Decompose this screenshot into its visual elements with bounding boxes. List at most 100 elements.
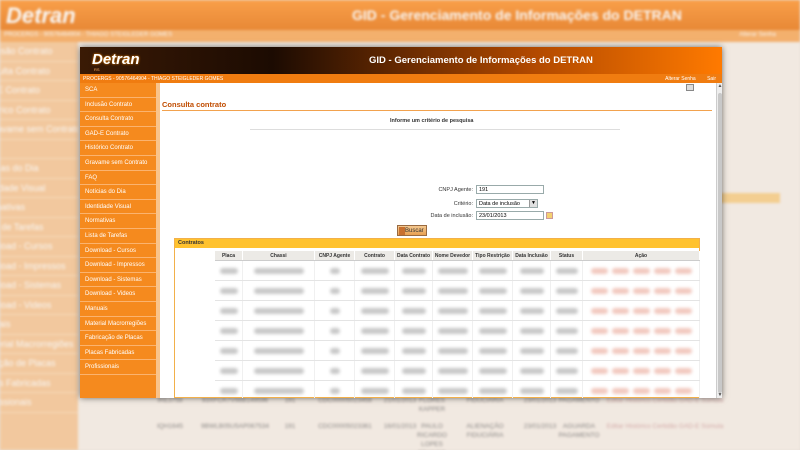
row-action-link[interactable]: [590, 267, 608, 274]
row-action-link[interactable]: [653, 367, 671, 374]
table-cell: [583, 341, 700, 360]
scroll-up-icon[interactable]: ▲: [717, 83, 722, 89]
sidebar-item-consulta-contrato[interactable]: Consulta Contrato: [80, 112, 156, 127]
sidebar-item-manuais[interactable]: Manuais: [80, 302, 156, 317]
row-action-link[interactable]: [590, 287, 608, 294]
row-action-link[interactable]: [611, 387, 629, 394]
row-action-link[interactable]: [674, 327, 692, 334]
redacted-value: [555, 347, 578, 354]
row-action-link[interactable]: [674, 307, 692, 314]
sidebar-item-gravame-sem-contrato[interactable]: Gravame sem Contrato: [80, 156, 156, 171]
bg-sidebar-item: -E Contrato: [0, 81, 78, 101]
sidebar-item-normativas[interactable]: Normativas: [80, 214, 156, 229]
sidebar-item-identidade-visual[interactable]: Identidade Visual: [80, 200, 156, 215]
sidebar-item-inclus-o-contrato[interactable]: Inclusão Contrato: [80, 98, 156, 113]
row-action-link[interactable]: [653, 267, 671, 274]
row-action-link[interactable]: [653, 347, 671, 354]
bg-sidebar-item: essionais: [0, 393, 78, 413]
table-cell: [395, 361, 433, 380]
row-action-link[interactable]: [632, 327, 650, 334]
row-action-link[interactable]: [590, 347, 608, 354]
table-cell: [513, 381, 551, 398]
row-action-link[interactable]: [590, 327, 608, 334]
cnpj-agente-input[interactable]: [476, 185, 544, 194]
sidebar-item-not-cias-do-dia[interactable]: Notícias do Dia: [80, 185, 156, 200]
row-action-link[interactable]: [632, 307, 650, 314]
scroll-thumb[interactable]: [718, 93, 722, 393]
sidebar-item-download-cursos[interactable]: Download - Cursos: [80, 244, 156, 259]
bg-cell-chassi: 9BWLB05U5AP067534: [201, 423, 269, 430]
sidebar-item-lista-de-tarefas[interactable]: Lista de Tarefas: [80, 229, 156, 244]
row-action-link[interactable]: [590, 387, 608, 394]
row-action-link[interactable]: [611, 327, 629, 334]
redacted-value: [437, 367, 468, 374]
sidebar-item-sca[interactable]: SCA: [80, 83, 156, 98]
row-action-link[interactable]: [590, 307, 608, 314]
date-input[interactable]: [476, 211, 544, 220]
criteria-select[interactable]: Data de inclusão ▼: [476, 199, 538, 208]
row-action-link[interactable]: [632, 287, 650, 294]
row-action-link[interactable]: [632, 367, 650, 374]
sidebar-item-material-macrorregi-es[interactable]: Material Macrorregiões: [80, 317, 156, 332]
row-action-link[interactable]: [632, 387, 650, 394]
app-title: GID - Gerenciamento de Informações do DE…: [369, 55, 593, 66]
row-action-link[interactable]: [674, 387, 692, 394]
row-action-link[interactable]: [611, 267, 629, 274]
sidebar-item-download-impressos[interactable]: Download - Impressos: [80, 258, 156, 273]
sidebar-item-placas-fabricadas[interactable]: Placas Fabricadas: [80, 346, 156, 361]
row-action-link[interactable]: [674, 367, 692, 374]
column-header[interactable]: Nome Devedor: [433, 251, 473, 260]
search-button[interactable]: Buscar: [397, 225, 427, 236]
row-action-link[interactable]: [653, 327, 671, 334]
sidebar-item-profissionais[interactable]: Profissionais: [80, 360, 156, 375]
row-action-link[interactable]: [590, 367, 608, 374]
row-action-link[interactable]: [674, 287, 692, 294]
row-action-link[interactable]: [632, 267, 650, 274]
column-header[interactable]: Chassi: [243, 251, 315, 260]
row-action-link[interactable]: [653, 307, 671, 314]
table-cell: [355, 361, 395, 380]
chevron-down-icon[interactable]: ▼: [529, 200, 537, 207]
table-cell: [473, 261, 513, 280]
table-cell: [355, 261, 395, 280]
column-header[interactable]: Data Inclusão: [513, 251, 551, 260]
column-header[interactable]: Tipo Restrição: [473, 251, 513, 260]
vertical-scrollbar[interactable]: ▲ ▼: [716, 83, 722, 398]
table-cell: [551, 341, 583, 360]
column-header[interactable]: CNPJ Agente: [315, 251, 355, 260]
column-header[interactable]: Status: [551, 251, 583, 260]
table-cell: [243, 321, 315, 340]
sidebar-item-gad-e-contrato[interactable]: GAD-E Contrato: [80, 127, 156, 142]
row-action-link[interactable]: [653, 387, 671, 394]
table-cell: [551, 381, 583, 398]
redacted-value: [360, 387, 389, 394]
row-action-link[interactable]: [611, 287, 629, 294]
change-password-link[interactable]: Alterar Senha: [665, 76, 696, 82]
column-header[interactable]: Placa: [215, 251, 243, 260]
row-action-link[interactable]: [674, 267, 692, 274]
bg-sidebar: lusão Contratosulta Contrato-E Contratoó…: [0, 42, 78, 450]
column-header[interactable]: Contrato: [355, 251, 395, 260]
sidebar-item-download-videos[interactable]: Download - Videos: [80, 287, 156, 302]
redacted-value: [478, 387, 507, 394]
calendar-icon[interactable]: [546, 212, 553, 219]
row-action-link[interactable]: [632, 347, 650, 354]
table-cell: [395, 341, 433, 360]
logout-link[interactable]: Sair: [707, 76, 716, 82]
row-action-link[interactable]: [611, 347, 629, 354]
table-cell: [243, 301, 315, 320]
row-action-link[interactable]: [611, 307, 629, 314]
row-action-link[interactable]: [653, 287, 671, 294]
column-header[interactable]: Ação: [583, 251, 700, 260]
app-window: Detran RS GID - Gerenciamento de Informa…: [80, 47, 722, 398]
sidebar-item-hist-rico-contrato[interactable]: Histórico Contrato: [80, 141, 156, 156]
row-action-link[interactable]: [611, 367, 629, 374]
sidebar-item-faq[interactable]: FAQ: [80, 171, 156, 186]
bg-cell-tipo: ALIENAÇÃO FIDUCIÁRIA: [466, 423, 504, 439]
sidebar-item-fabrica-o-de-placas[interactable]: Fabricação de Placas: [80, 331, 156, 346]
redacted-value: [555, 267, 578, 274]
scroll-down-icon[interactable]: ▼: [717, 392, 722, 398]
column-header[interactable]: Data Contrato: [395, 251, 433, 260]
row-action-link[interactable]: [674, 347, 692, 354]
sidebar-item-download-sistemas[interactable]: Download - Sistemas: [80, 273, 156, 288]
